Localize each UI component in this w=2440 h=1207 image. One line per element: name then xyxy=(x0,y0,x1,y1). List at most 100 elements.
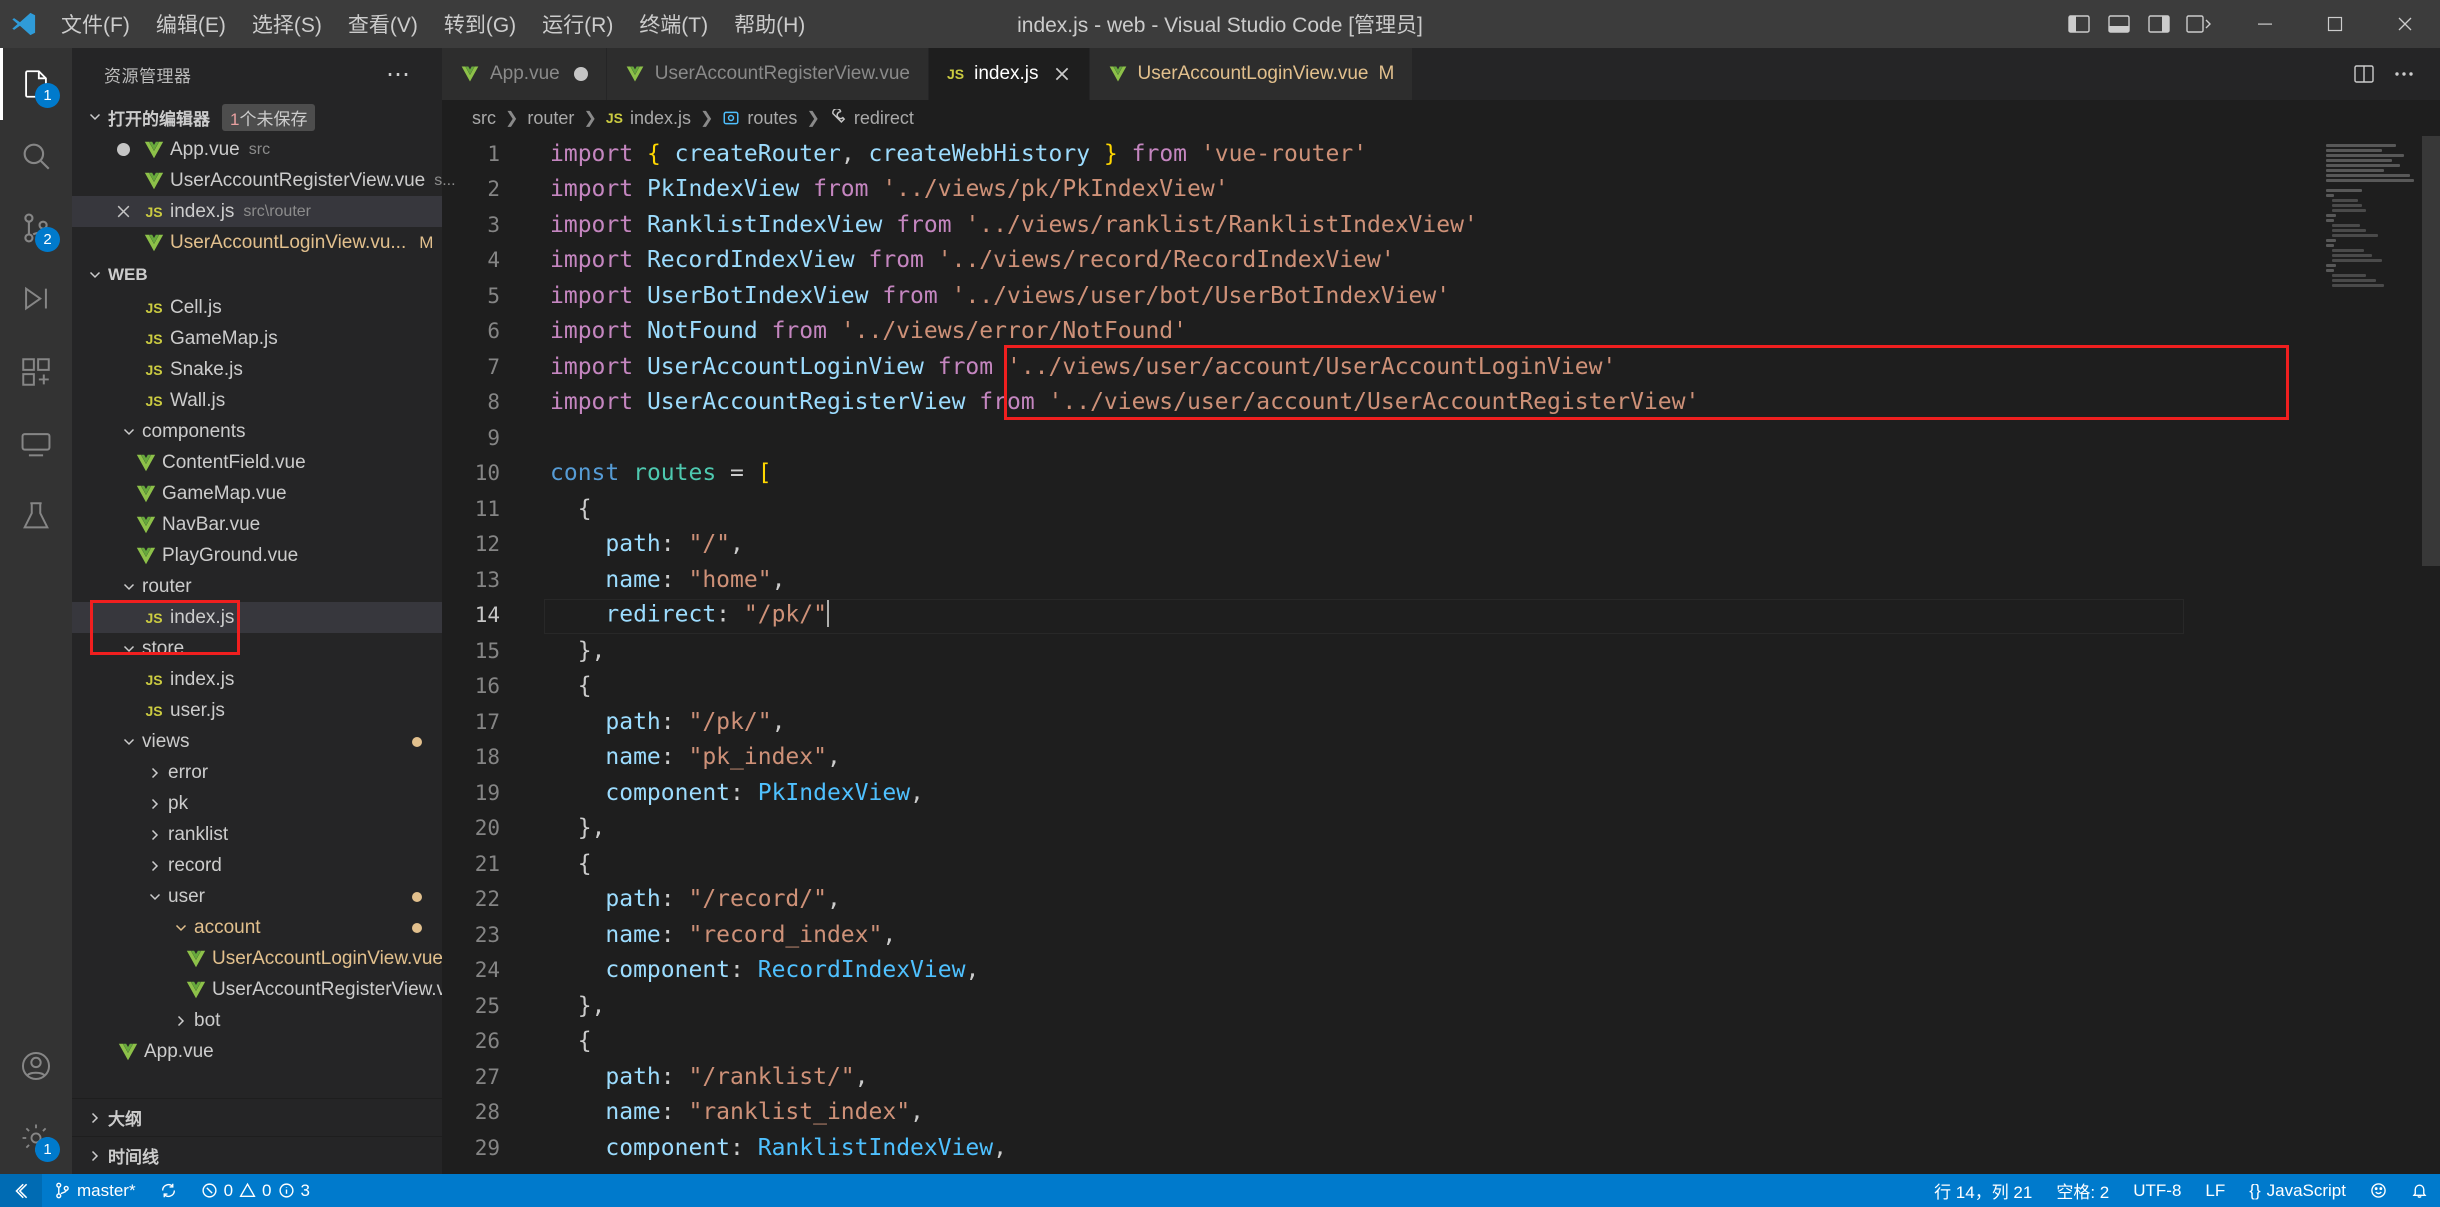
status-feedback[interactable] xyxy=(2358,1174,2399,1207)
breadcrumb-item-routes[interactable]: routes xyxy=(722,108,797,129)
activity-item-search[interactable] xyxy=(0,120,72,192)
breadcrumb-item-src[interactable]: src xyxy=(472,108,496,129)
minimap[interactable] xyxy=(2312,136,2440,1174)
activity-item-extensions[interactable] xyxy=(0,336,72,408)
code-line[interactable]: 8 import UserAccountRegisterView from '..… xyxy=(442,385,2312,421)
toggle-primary-sidebar-icon[interactable] xyxy=(2062,7,2096,41)
maximize-button[interactable] xyxy=(2300,0,2370,48)
tree-folder-store[interactable]: store xyxy=(72,633,442,664)
code-line-text[interactable]: import UserBotIndexView from '../views/u… xyxy=(522,283,2312,309)
toggle-panel-icon[interactable] xyxy=(2102,7,2136,41)
close-button[interactable] xyxy=(2370,0,2440,48)
tree-item-snake-js[interactable]: JS Snake.js xyxy=(72,354,442,385)
activity-item-run-and-debug[interactable] xyxy=(0,264,72,336)
code-line[interactable]: 16 { xyxy=(442,669,2312,705)
code-line-text[interactable]: const routes = [ xyxy=(522,460,2312,486)
dirty-indicator-icon[interactable] xyxy=(108,143,138,156)
file-tree[interactable]: JS Cell.js JS GameMap.js JS Snake.js JS … xyxy=(72,292,442,1098)
tree-item-app-vue[interactable]: App.vue xyxy=(72,1036,442,1067)
status-notifications[interactable] xyxy=(2399,1174,2440,1207)
remote-window-icon[interactable] xyxy=(0,1174,42,1207)
breadcrumb-item-index-js[interactable]: JS index.js xyxy=(606,108,691,129)
code-line[interactable]: 19 component: PkIndexView, xyxy=(442,775,2312,811)
breadcrumb-item-redirect[interactable]: redirect xyxy=(829,108,914,129)
code-line-text[interactable]: import { createRouter, createWebHistory … xyxy=(522,141,2312,167)
breadcrumb-item-router[interactable]: router xyxy=(527,108,574,129)
code-line[interactable]: 29 component: RanklistIndexView, xyxy=(442,1130,2312,1166)
code-line[interactable]: 12 path: "/", xyxy=(442,527,2312,563)
activity-item-accounts[interactable] xyxy=(0,1030,72,1102)
code-line[interactable]: 27 path: "/ranklist/", xyxy=(442,1059,2312,1095)
status-problems[interactable]: 0 0 3 xyxy=(189,1174,322,1207)
toggle-secondary-sidebar-icon[interactable] xyxy=(2142,7,2176,41)
code-line[interactable]: 23 name: "record_index", xyxy=(442,917,2312,953)
tree-item-useraccountregisterview-vue[interactable]: UserAccountRegisterView.vue xyxy=(72,974,442,1005)
tree-item-playground-vue[interactable]: PlayGround.vue xyxy=(72,540,442,571)
tree-item-router-index-js[interactable]: JS index.js xyxy=(72,602,442,633)
sidebar-more-actions-icon[interactable]: ⋯ xyxy=(386,60,412,89)
tree-folder-ranklist[interactable]: ranklist xyxy=(72,819,442,850)
code-line-text[interactable]: component: PkIndexView, xyxy=(522,780,2312,806)
timeline-section-header[interactable]: 时间线 xyxy=(72,1136,442,1174)
status-cursor-position[interactable]: 行 14，列 21 xyxy=(1922,1174,2044,1207)
code-line-text[interactable]: { xyxy=(522,496,2312,522)
code-line-text[interactable]: { xyxy=(522,673,2312,699)
menu-edit[interactable]: 编辑(E) xyxy=(143,0,239,48)
menu-selection[interactable]: 选择(S) xyxy=(239,0,335,48)
code-content[interactable]: 1 import { createRouter, createWebHistory… xyxy=(442,136,2312,1174)
editor-vertical-scrollbar[interactable] xyxy=(2422,136,2440,1174)
tree-folder-record[interactable]: record xyxy=(72,850,442,881)
tree-item-store-user-js[interactable]: JS user.js xyxy=(72,695,442,726)
code-line[interactable]: 10 const routes = [ xyxy=(442,456,2312,492)
open-editors-header[interactable]: 打开的编辑器 1个未保存 xyxy=(72,100,442,134)
code-line-text[interactable]: path: "/ranklist/", xyxy=(522,1064,2312,1090)
tree-item-navbar-vue[interactable]: NavBar.vue xyxy=(72,509,442,540)
menu-go[interactable]: 转到(G) xyxy=(431,0,529,48)
more-actions-icon[interactable] xyxy=(2392,62,2416,86)
status-branch[interactable]: master* xyxy=(42,1174,148,1207)
tree-folder-account[interactable]: account xyxy=(72,912,442,943)
tree-folder-error[interactable]: error xyxy=(72,757,442,788)
open-editor-app-vue[interactable]: App.vue src xyxy=(72,134,442,165)
tab-dirty-indicator-icon[interactable] xyxy=(573,67,588,81)
code-line[interactable]: 22 path: "/record/", xyxy=(442,882,2312,918)
close-icon[interactable] xyxy=(108,203,138,220)
code-line[interactable]: 5 import UserBotIndexView from '../views/… xyxy=(442,278,2312,314)
code-line-text[interactable]: import UserAccountRegisterView from '../… xyxy=(522,389,2312,415)
code-line[interactable]: 11 { xyxy=(442,491,2312,527)
code-line[interactable]: 4 import RecordIndexView from '../views/r… xyxy=(442,243,2312,279)
activity-item-manage[interactable]: 1 xyxy=(0,1102,72,1174)
code-line[interactable]: 6 import NotFound from '../views/error/No… xyxy=(442,314,2312,350)
outline-section-header[interactable]: 大纲 xyxy=(72,1098,442,1136)
tree-item-wall-js[interactable]: JS Wall.js xyxy=(72,385,442,416)
tab-index-js[interactable]: JS index.js xyxy=(928,48,1090,100)
tree-item-cell-js[interactable]: JS Cell.js xyxy=(72,292,442,323)
code-line[interactable]: 24 component: RecordIndexView, xyxy=(442,953,2312,989)
open-editor-user-account-register-view[interactable]: UserAccountRegisterView.vue s... xyxy=(72,165,456,196)
tab-user-account-register-view-vue[interactable]: UserAccountRegisterView.vue xyxy=(606,48,929,100)
tree-folder-bot[interactable]: bot xyxy=(72,1005,442,1036)
workspace-folder-header[interactable]: WEB xyxy=(72,258,442,292)
menu-help[interactable]: 帮助(H) xyxy=(721,0,818,48)
tree-folder-views[interactable]: views xyxy=(72,726,442,757)
tree-item-store-index-js[interactable]: JS index.js xyxy=(72,664,442,695)
activity-item-source-control[interactable]: 2 xyxy=(0,192,72,264)
code-line[interactable]: 1 import { createRouter, createWebHistory… xyxy=(442,136,2312,172)
code-line[interactable]: 20 }, xyxy=(442,811,2312,847)
status-sync[interactable] xyxy=(148,1174,189,1207)
code-line[interactable]: 25 }, xyxy=(442,988,2312,1024)
code-line[interactable]: 17 path: "/pk/", xyxy=(442,704,2312,740)
code-line-text[interactable]: import PkIndexView from '../views/pk/PkI… xyxy=(522,176,2312,202)
code-line-text[interactable]: path: "/pk/", xyxy=(522,709,2312,735)
tree-folder-pk[interactable]: pk xyxy=(72,788,442,819)
activity-item-test[interactable] xyxy=(0,480,72,552)
menu-bar[interactable]: 文件(F) 编辑(E) 选择(S) 查看(V) 转到(G) 运行(R) 终端(T… xyxy=(48,0,818,48)
tree-folder-router[interactable]: router xyxy=(72,571,442,602)
code-line-text[interactable]: name: "home", xyxy=(522,567,2312,593)
code-line-text[interactable]: { xyxy=(522,851,2312,877)
code-line[interactable]: 15 }, xyxy=(442,633,2312,669)
code-line[interactable]: 21 { xyxy=(442,846,2312,882)
activity-item-remote-explorer[interactable] xyxy=(0,408,72,480)
code-line-text[interactable]: name: "record_index", xyxy=(522,922,2312,948)
status-encoding[interactable]: UTF-8 xyxy=(2121,1174,2193,1207)
